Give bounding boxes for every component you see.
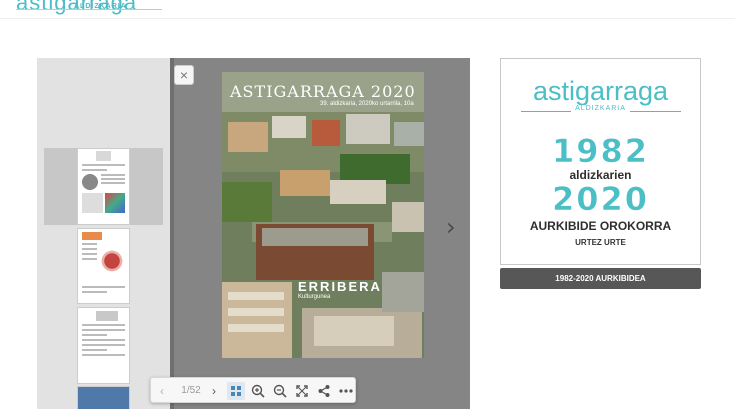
thumb-text-col — [82, 243, 97, 283]
thumb-line — [82, 339, 125, 341]
thumb-circle — [82, 174, 98, 190]
cover-building-name: ERRIBERA — [298, 279, 382, 294]
thumbnail-page-4[interactable] — [77, 386, 130, 409]
thumb-row — [82, 193, 125, 213]
promo-logo: astigarraga — [532, 76, 669, 106]
promo-logo-subtitle-wrap: ALDIZKARIA — [501, 105, 700, 112]
cover-aerial-photo — [222, 72, 424, 358]
promo-heading: AURKIBIDE OROKORRA — [529, 219, 672, 233]
prev-page-button[interactable]: ‹ — [153, 382, 171, 400]
thumb-orange-tag — [82, 232, 102, 240]
thumb-header-block — [96, 311, 118, 321]
thumb-line — [82, 291, 107, 293]
thumb-row — [82, 174, 125, 190]
zoom-out-icon[interactable] — [271, 382, 289, 400]
thumbnail-scroll-track[interactable] — [170, 58, 174, 409]
thumb-line — [82, 324, 125, 326]
thumb-line — [82, 164, 125, 166]
thumb-line — [82, 344, 125, 346]
thumb-text-block — [82, 193, 104, 213]
more-icon[interactable] — [337, 382, 355, 400]
promo-year-end: 2020 — [551, 180, 650, 219]
thumbnail-page-2[interactable] — [77, 228, 130, 304]
site-header: astigarraga ALDIZKARIA — [0, 0, 735, 19]
thumb-line — [82, 334, 107, 336]
magazine-viewer: × ASTIGARRAGA 2020 39. aldizkaria, 2020k… — [37, 58, 470, 409]
zoom-in-icon[interactable] — [249, 382, 267, 400]
thumb-line — [82, 329, 125, 331]
page-indicator[interactable]: 1/52 — [179, 382, 203, 400]
promo-logo-subtitle: ALDIZKARIA — [571, 105, 630, 112]
index-download-button[interactable]: 1982-2020 AURKIBIDEA — [500, 268, 701, 289]
thumb-color-chart — [105, 193, 125, 213]
promo-subheading: URTEZ URTE — [575, 238, 626, 247]
next-page-button[interactable]: › — [205, 382, 223, 400]
promo-year-start: 1982 — [551, 132, 650, 171]
thumb-line — [82, 286, 125, 288]
thumbnail-page-1[interactable] — [77, 148, 130, 225]
thumb-virus-image — [98, 243, 125, 283]
thumb-row — [82, 243, 125, 283]
grid-icon[interactable] — [227, 382, 245, 400]
thumbnail-panel[interactable] — [37, 58, 174, 409]
cover-subtitle: 39. aldizkaria, 2020ko urtarrila, 10a — [320, 101, 414, 107]
viewer-toolbar: ‹ 1/52 › — [150, 377, 356, 403]
thumb-line — [82, 169, 107, 171]
magazine-cover-page[interactable]: ASTIGARRAGA 2020 39. aldizkaria, 2020ko … — [222, 72, 424, 358]
thumb-line — [82, 349, 107, 351]
share-icon[interactable] — [315, 382, 333, 400]
thumb-line — [82, 354, 125, 356]
index-promo-card[interactable]: astigarraga ALDIZKARIA 1982 aldizkarien … — [500, 58, 701, 265]
next-page-arrow-icon[interactable]: › — [446, 215, 456, 239]
fullscreen-icon[interactable] — [293, 382, 311, 400]
thumb-text-col — [101, 174, 125, 190]
cover-building-subtitle: Kulturgunea — [298, 294, 331, 300]
close-thumbnails-button[interactable]: × — [174, 65, 194, 85]
cover-title: ASTIGARRAGA 2020 — [230, 82, 416, 101]
thumb-header-block — [96, 151, 111, 161]
header-logo-subtitle: ALDIZKARIA — [74, 3, 127, 10]
thumbnail-page-3[interactable] — [77, 307, 130, 384]
